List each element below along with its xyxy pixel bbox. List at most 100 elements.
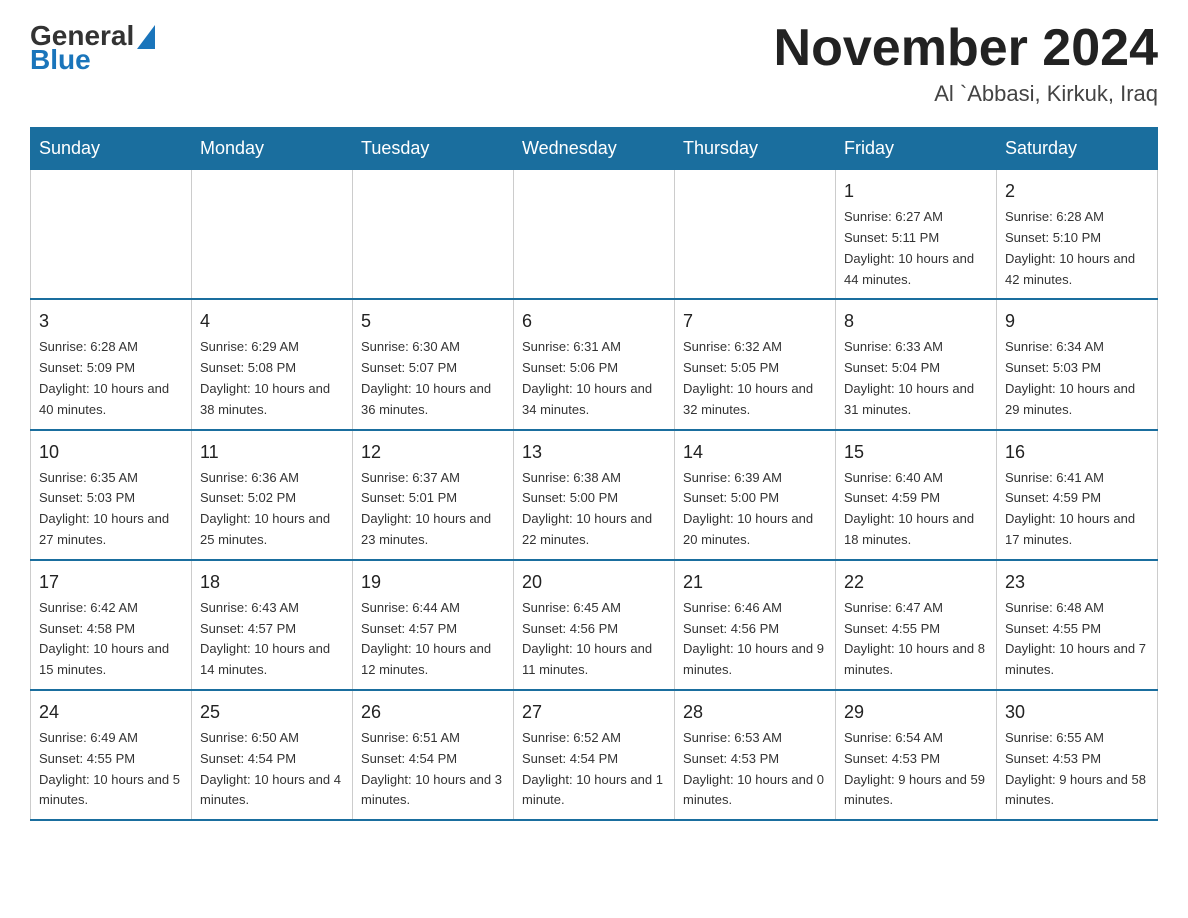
calendar-day-cell	[514, 170, 675, 300]
day-info: Sunrise: 6:48 AM Sunset: 4:55 PM Dayligh…	[1005, 598, 1149, 681]
calendar-day-cell: 1Sunrise: 6:27 AM Sunset: 5:11 PM Daylig…	[836, 170, 997, 300]
day-number: 9	[1005, 308, 1149, 335]
calendar-day-cell: 29Sunrise: 6:54 AM Sunset: 4:53 PM Dayli…	[836, 690, 997, 820]
day-number: 20	[522, 569, 666, 596]
calendar-day-cell: 24Sunrise: 6:49 AM Sunset: 4:55 PM Dayli…	[31, 690, 192, 820]
day-number: 15	[844, 439, 988, 466]
logo: General Blue	[30, 20, 155, 76]
calendar-day-cell: 18Sunrise: 6:43 AM Sunset: 4:57 PM Dayli…	[192, 560, 353, 690]
day-number: 22	[844, 569, 988, 596]
day-info: Sunrise: 6:55 AM Sunset: 4:53 PM Dayligh…	[1005, 728, 1149, 811]
calendar-header-row: SundayMondayTuesdayWednesdayThursdayFrid…	[31, 128, 1158, 170]
day-number: 17	[39, 569, 183, 596]
calendar-week-row: 24Sunrise: 6:49 AM Sunset: 4:55 PM Dayli…	[31, 690, 1158, 820]
day-of-week-header: Thursday	[675, 128, 836, 170]
day-number: 24	[39, 699, 183, 726]
calendar-day-cell	[353, 170, 514, 300]
day-info: Sunrise: 6:39 AM Sunset: 5:00 PM Dayligh…	[683, 468, 827, 551]
calendar-day-cell: 6Sunrise: 6:31 AM Sunset: 5:06 PM Daylig…	[514, 299, 675, 429]
day-info: Sunrise: 6:36 AM Sunset: 5:02 PM Dayligh…	[200, 468, 344, 551]
day-info: Sunrise: 6:51 AM Sunset: 4:54 PM Dayligh…	[361, 728, 505, 811]
day-info: Sunrise: 6:35 AM Sunset: 5:03 PM Dayligh…	[39, 468, 183, 551]
calendar-subtitle: Al `Abbasi, Kirkuk, Iraq	[774, 81, 1158, 107]
calendar-day-cell	[31, 170, 192, 300]
day-info: Sunrise: 6:33 AM Sunset: 5:04 PM Dayligh…	[844, 337, 988, 420]
day-number: 26	[361, 699, 505, 726]
day-info: Sunrise: 6:54 AM Sunset: 4:53 PM Dayligh…	[844, 728, 988, 811]
day-info: Sunrise: 6:37 AM Sunset: 5:01 PM Dayligh…	[361, 468, 505, 551]
day-info: Sunrise: 6:27 AM Sunset: 5:11 PM Dayligh…	[844, 207, 988, 290]
logo-blue-text: Blue	[30, 44, 91, 76]
day-info: Sunrise: 6:38 AM Sunset: 5:00 PM Dayligh…	[522, 468, 666, 551]
day-info: Sunrise: 6:53 AM Sunset: 4:53 PM Dayligh…	[683, 728, 827, 811]
calendar-day-cell	[675, 170, 836, 300]
calendar-day-cell: 21Sunrise: 6:46 AM Sunset: 4:56 PM Dayli…	[675, 560, 836, 690]
day-info: Sunrise: 6:28 AM Sunset: 5:09 PM Dayligh…	[39, 337, 183, 420]
day-info: Sunrise: 6:45 AM Sunset: 4:56 PM Dayligh…	[522, 598, 666, 681]
calendar-day-cell: 25Sunrise: 6:50 AM Sunset: 4:54 PM Dayli…	[192, 690, 353, 820]
calendar-title: November 2024	[774, 20, 1158, 77]
day-number: 27	[522, 699, 666, 726]
calendar-day-cell: 26Sunrise: 6:51 AM Sunset: 4:54 PM Dayli…	[353, 690, 514, 820]
calendar-day-cell: 15Sunrise: 6:40 AM Sunset: 4:59 PM Dayli…	[836, 430, 997, 560]
day-info: Sunrise: 6:42 AM Sunset: 4:58 PM Dayligh…	[39, 598, 183, 681]
calendar-day-cell: 22Sunrise: 6:47 AM Sunset: 4:55 PM Dayli…	[836, 560, 997, 690]
calendar-table: SundayMondayTuesdayWednesdayThursdayFrid…	[30, 127, 1158, 821]
day-info: Sunrise: 6:52 AM Sunset: 4:54 PM Dayligh…	[522, 728, 666, 811]
day-of-week-header: Friday	[836, 128, 997, 170]
day-info: Sunrise: 6:29 AM Sunset: 5:08 PM Dayligh…	[200, 337, 344, 420]
day-info: Sunrise: 6:30 AM Sunset: 5:07 PM Dayligh…	[361, 337, 505, 420]
calendar-day-cell: 28Sunrise: 6:53 AM Sunset: 4:53 PM Dayli…	[675, 690, 836, 820]
day-info: Sunrise: 6:41 AM Sunset: 4:59 PM Dayligh…	[1005, 468, 1149, 551]
day-number: 7	[683, 308, 827, 335]
calendar-day-cell: 5Sunrise: 6:30 AM Sunset: 5:07 PM Daylig…	[353, 299, 514, 429]
day-of-week-header: Saturday	[997, 128, 1158, 170]
calendar-day-cell: 16Sunrise: 6:41 AM Sunset: 4:59 PM Dayli…	[997, 430, 1158, 560]
calendar-day-cell: 27Sunrise: 6:52 AM Sunset: 4:54 PM Dayli…	[514, 690, 675, 820]
calendar-day-cell: 17Sunrise: 6:42 AM Sunset: 4:58 PM Dayli…	[31, 560, 192, 690]
calendar-week-row: 10Sunrise: 6:35 AM Sunset: 5:03 PM Dayli…	[31, 430, 1158, 560]
title-section: November 2024 Al `Abbasi, Kirkuk, Iraq	[774, 20, 1158, 107]
calendar-week-row: 1Sunrise: 6:27 AM Sunset: 5:11 PM Daylig…	[31, 170, 1158, 300]
calendar-week-row: 17Sunrise: 6:42 AM Sunset: 4:58 PM Dayli…	[31, 560, 1158, 690]
day-info: Sunrise: 6:28 AM Sunset: 5:10 PM Dayligh…	[1005, 207, 1149, 290]
day-of-week-header: Tuesday	[353, 128, 514, 170]
day-of-week-header: Sunday	[31, 128, 192, 170]
calendar-day-cell: 8Sunrise: 6:33 AM Sunset: 5:04 PM Daylig…	[836, 299, 997, 429]
day-info: Sunrise: 6:46 AM Sunset: 4:56 PM Dayligh…	[683, 598, 827, 681]
day-number: 4	[200, 308, 344, 335]
day-number: 30	[1005, 699, 1149, 726]
calendar-day-cell: 7Sunrise: 6:32 AM Sunset: 5:05 PM Daylig…	[675, 299, 836, 429]
day-number: 28	[683, 699, 827, 726]
day-info: Sunrise: 6:31 AM Sunset: 5:06 PM Dayligh…	[522, 337, 666, 420]
day-number: 21	[683, 569, 827, 596]
day-of-week-header: Monday	[192, 128, 353, 170]
calendar-day-cell: 19Sunrise: 6:44 AM Sunset: 4:57 PM Dayli…	[353, 560, 514, 690]
day-number: 11	[200, 439, 344, 466]
calendar-day-cell: 13Sunrise: 6:38 AM Sunset: 5:00 PM Dayli…	[514, 430, 675, 560]
calendar-day-cell: 11Sunrise: 6:36 AM Sunset: 5:02 PM Dayli…	[192, 430, 353, 560]
day-info: Sunrise: 6:49 AM Sunset: 4:55 PM Dayligh…	[39, 728, 183, 811]
day-number: 19	[361, 569, 505, 596]
day-number: 6	[522, 308, 666, 335]
day-info: Sunrise: 6:43 AM Sunset: 4:57 PM Dayligh…	[200, 598, 344, 681]
day-number: 10	[39, 439, 183, 466]
day-info: Sunrise: 6:47 AM Sunset: 4:55 PM Dayligh…	[844, 598, 988, 681]
day-number: 18	[200, 569, 344, 596]
logo-triangle-icon	[137, 25, 155, 49]
calendar-day-cell: 3Sunrise: 6:28 AM Sunset: 5:09 PM Daylig…	[31, 299, 192, 429]
day-number: 1	[844, 178, 988, 205]
day-number: 5	[361, 308, 505, 335]
day-of-week-header: Wednesday	[514, 128, 675, 170]
day-info: Sunrise: 6:40 AM Sunset: 4:59 PM Dayligh…	[844, 468, 988, 551]
day-number: 12	[361, 439, 505, 466]
calendar-day-cell: 23Sunrise: 6:48 AM Sunset: 4:55 PM Dayli…	[997, 560, 1158, 690]
day-number: 13	[522, 439, 666, 466]
day-number: 14	[683, 439, 827, 466]
calendar-day-cell: 4Sunrise: 6:29 AM Sunset: 5:08 PM Daylig…	[192, 299, 353, 429]
day-number: 23	[1005, 569, 1149, 596]
day-number: 2	[1005, 178, 1149, 205]
day-number: 16	[1005, 439, 1149, 466]
day-info: Sunrise: 6:44 AM Sunset: 4:57 PM Dayligh…	[361, 598, 505, 681]
calendar-day-cell: 12Sunrise: 6:37 AM Sunset: 5:01 PM Dayli…	[353, 430, 514, 560]
